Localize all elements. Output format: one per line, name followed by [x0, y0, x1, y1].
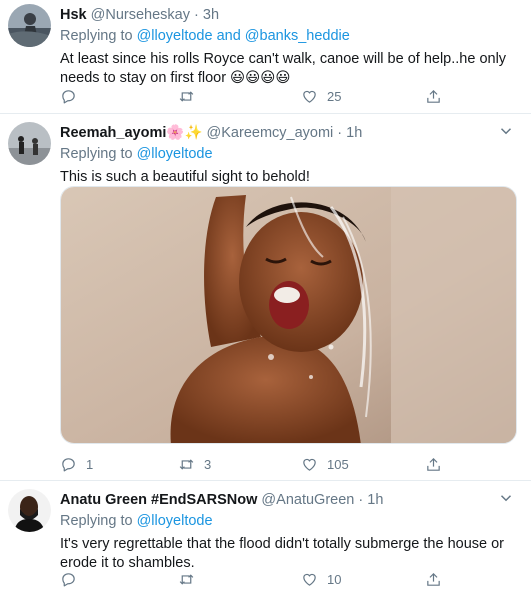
- avatar[interactable]: [8, 4, 51, 47]
- retweet-icon: [178, 88, 195, 105]
- replying-label: Replying to: [60, 146, 133, 162]
- avatar[interactable]: [8, 489, 51, 532]
- like-button[interactable]: 105: [301, 454, 349, 474]
- retweet-button[interactable]: 3: [178, 454, 211, 474]
- share-icon: [425, 571, 442, 588]
- heart-icon: [301, 571, 318, 588]
- timestamp[interactable]: 1h: [346, 125, 362, 141]
- user-handle[interactable]: @Kareemcy_ayomi: [207, 125, 334, 141]
- action-bar: 1 3 105: [60, 454, 460, 474]
- chevron-down-icon: [497, 122, 515, 140]
- reply-button[interactable]: 1: [60, 454, 93, 474]
- action-bar: 25: [60, 86, 460, 106]
- mention-link[interactable]: @lloyeltode: [137, 513, 213, 529]
- action-bar: 10: [60, 569, 460, 589]
- display-name[interactable]: Hsk: [60, 7, 87, 23]
- reply-icon: [60, 456, 77, 473]
- tweet-text: This is such a beautiful sight to behold…: [60, 169, 310, 185]
- heart-icon: [301, 456, 318, 473]
- like-count: 25: [327, 88, 342, 104]
- like-count: 105: [327, 456, 349, 472]
- retweet-icon: [178, 571, 195, 588]
- tweet[interactable]: Hsk @Nurseheskay · 3h Replying to @lloye…: [0, 0, 531, 114]
- tweet[interactable]: Anatu Green #EndSARSNow @AnatuGreen · 1h…: [0, 481, 531, 587]
- replying-to: Replying to @lloyeltode: [60, 145, 517, 163]
- separator: ·: [337, 125, 343, 141]
- mention-link[interactable]: @lloyeltode: [137, 146, 213, 162]
- replying-to: Replying to @lloyeltode and @banks_heddi…: [60, 27, 517, 45]
- tweet[interactable]: Reemah_ayomi🌸✨ @Kareemcy_ayomi · 1h Repl…: [0, 114, 531, 481]
- separator: ·: [358, 492, 364, 508]
- chevron-down-icon: [497, 489, 515, 507]
- reply-button[interactable]: [60, 86, 86, 106]
- timestamp[interactable]: 3h: [203, 7, 219, 23]
- share-icon: [425, 456, 442, 473]
- retweet-icon: [178, 456, 195, 473]
- share-icon: [425, 88, 442, 105]
- retweet-button[interactable]: [178, 86, 204, 106]
- tweet-text: At least since his rolls Royce can't wal…: [60, 51, 507, 86]
- heart-icon: [301, 88, 318, 105]
- user-handle[interactable]: @Nurseheskay: [91, 7, 190, 23]
- reply-icon: [60, 571, 77, 588]
- like-count: 10: [327, 571, 342, 587]
- avatar[interactable]: [8, 122, 51, 165]
- replying-to: Replying to @lloyeltode: [60, 512, 517, 530]
- tweet-text: It's very regrettable that the flood did…: [60, 536, 505, 571]
- display-name[interactable]: Reemah_ayomi🌸✨: [60, 125, 203, 141]
- share-button[interactable]: [425, 86, 442, 106]
- user-handle[interactable]: @AnatuGreen: [261, 492, 354, 508]
- like-button[interactable]: 25: [301, 86, 341, 106]
- mention-link[interactable]: @lloyeltode and @banks_heddie: [137, 28, 350, 44]
- reply-button[interactable]: [60, 569, 86, 589]
- separator: ·: [194, 7, 199, 23]
- display-name[interactable]: Anatu Green #EndSARSNow: [60, 492, 257, 508]
- share-button[interactable]: [425, 569, 442, 589]
- like-button[interactable]: 10: [301, 569, 341, 589]
- share-button[interactable]: [425, 454, 442, 474]
- reply-count: 1: [86, 456, 94, 472]
- more-options-button[interactable]: [497, 122, 517, 140]
- replying-label: Replying to: [60, 513, 133, 529]
- tweet-photo[interactable]: [60, 186, 517, 444]
- retweet-count: 3: [204, 456, 212, 472]
- reply-icon: [60, 88, 77, 105]
- more-options-button[interactable]: [497, 489, 517, 507]
- retweet-button[interactable]: [178, 569, 204, 589]
- replying-label: Replying to: [60, 28, 133, 44]
- timestamp[interactable]: 1h: [367, 492, 383, 508]
